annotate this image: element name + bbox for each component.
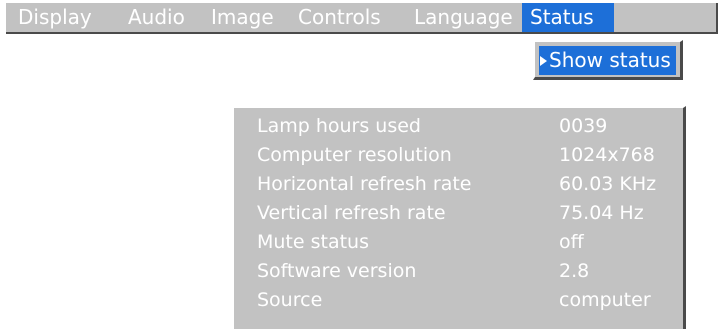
show-status-label: Show status [549,48,671,72]
menu-item-status[interactable]: Status [522,3,614,32]
status-label: Lamp hours used [257,115,421,137]
menu-item-language[interactable]: Language [414,3,513,32]
status-value: 0039 [559,115,608,137]
menu-item-controls[interactable]: Controls [298,3,381,32]
menu-item-display[interactable]: Display [18,3,92,32]
status-value: 60.03 KHz [559,173,657,195]
top-menu-bar: Display Audio Image Controls Language St… [6,3,718,34]
status-label: Horizontal refresh rate [257,173,472,195]
status-value: 75.04 Hz [559,202,644,224]
right-triangle-icon [540,55,547,66]
status-value: off [559,231,584,253]
status-submenu: Show status [533,40,683,80]
status-label: Software version [257,260,417,282]
status-value: 2.8 [559,260,590,282]
status-label: Mute status [257,231,369,253]
menu-item-audio[interactable]: Audio [128,3,185,32]
menu-item-image[interactable]: Image [211,3,274,32]
projector-osd: Display Audio Image Controls Language St… [0,0,723,329]
show-status-item[interactable]: Show status [539,46,676,75]
status-label: Vertical refresh rate [257,202,446,224]
status-label: Computer resolution [257,144,452,166]
status-value: computer [559,289,651,311]
status-label: Source [257,289,323,311]
status-panel: Lamp hours used 0039 Computer resolution… [232,106,686,329]
status-value: 1024x768 [559,144,655,166]
